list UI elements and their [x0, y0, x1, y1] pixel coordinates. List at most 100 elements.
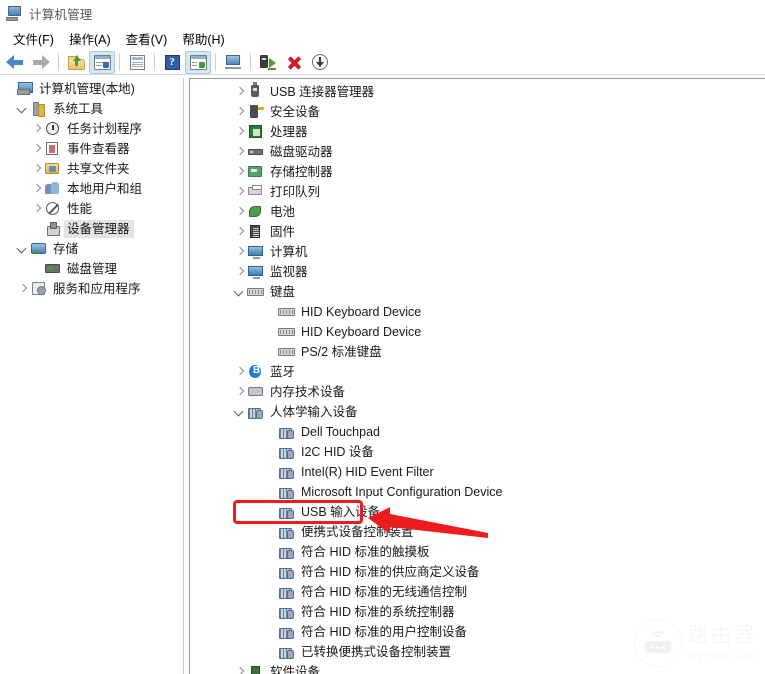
- chevron-right-icon[interactable]: [233, 125, 247, 139]
- console-tree-item-row[interactable]: 事件查看器: [0, 139, 183, 159]
- toolbar-separator-2: [119, 53, 120, 71]
- console-tree-item-row[interactable]: 本地用户和组: [0, 179, 183, 199]
- device-tree-item-row[interactable]: 符合 HID 标准的触摸板: [190, 542, 765, 562]
- console-tree-panel[interactable]: 计算机管理(本地) 系统工具 任务计划程序 事件查看器共享文件夹本地用户和组性能 设备管…: [0, 79, 183, 674]
- chevron-right-icon[interactable]: [233, 365, 247, 379]
- device-tree-item-row[interactable]: 已转换便携式设备控制装置: [190, 642, 765, 662]
- console-tree-item-row[interactable]: 任务计划程序: [0, 119, 183, 139]
- chevron-right-icon[interactable]: [16, 282, 30, 296]
- device-tree-item-row[interactable]: 存储控制器: [190, 162, 765, 182]
- chevron-right-icon[interactable]: [30, 182, 44, 196]
- device-tree-item-row[interactable]: 符合 HID 标准的无线通信控制: [190, 582, 765, 602]
- help-button[interactable]: ?: [159, 51, 185, 74]
- back-button[interactable]: [2, 51, 28, 74]
- device-tree-item-row[interactable]: Microsoft Input Configuration Device: [190, 482, 765, 502]
- console-tree-item-row[interactable]: 磁盘管理: [0, 259, 183, 279]
- device-tree-item-row[interactable]: 处理器: [190, 122, 765, 142]
- menu-action[interactable]: 操作(A): [63, 27, 120, 50]
- toolbar-separator-1: [58, 53, 59, 71]
- uninstall-device-button[interactable]: [281, 51, 307, 74]
- chevron-right-icon[interactable]: [30, 122, 44, 136]
- console-tree-item-label: 共享文件夹: [67, 162, 130, 176]
- toolbar-separator-4: [215, 53, 216, 71]
- show-action-pane-button[interactable]: [185, 50, 211, 74]
- device-tree-item-row[interactable]: 软件设备: [190, 662, 765, 674]
- device-tree-item-row[interactable]: USB 连接器管理器: [190, 82, 765, 102]
- hid-icon: [278, 544, 295, 560]
- storage-icon: [30, 241, 47, 257]
- bluetooth-icon: [247, 364, 264, 380]
- chevron-placeholder: [264, 525, 278, 539]
- device-tree-item-row[interactable]: USB 输入设备: [190, 502, 765, 522]
- chevron-right-icon[interactable]: [233, 225, 247, 239]
- device-tree-item-row[interactable]: 符合 HID 标准的用户控制设备: [190, 622, 765, 642]
- chevron-right-icon[interactable]: [233, 665, 247, 674]
- up-folder-button[interactable]: [63, 51, 89, 74]
- update-driver-button[interactable]: [255, 51, 281, 74]
- device-tree-item-row[interactable]: HID Keyboard Device: [190, 302, 765, 322]
- device-tree-item-row[interactable]: 便携式设备控制装置: [190, 522, 765, 542]
- chevron-right-icon[interactable]: [233, 185, 247, 199]
- console-tree-item-row[interactable]: 存储: [0, 239, 183, 259]
- forward-button[interactable]: [28, 51, 54, 74]
- device-manager-panel[interactable]: USB 连接器管理器安全设备 处理器 磁盘驱动器 存储控制器 打印队列 电池 固件 计算机 监视…: [190, 78, 765, 674]
- console-tree-item-row[interactable]: 系统工具: [0, 99, 183, 119]
- device-tree-item-row[interactable]: 打印队列: [190, 182, 765, 202]
- chevron-down-icon[interactable]: [233, 405, 247, 419]
- hid-icon: [278, 424, 295, 440]
- device-tree-item-row[interactable]: 符合 HID 标准的系统控制器: [190, 602, 765, 622]
- monitor-icon: [224, 55, 242, 69]
- chevron-right-icon[interactable]: [233, 145, 247, 159]
- device-tree-item-row[interactable]: 磁盘驱动器: [190, 142, 765, 162]
- chevron-down-icon[interactable]: [16, 102, 30, 116]
- panel-splitter[interactable]: [183, 78, 190, 674]
- console-tree-item-row[interactable]: 设备管理器: [0, 219, 183, 239]
- device-tree-item-row[interactable]: 固件: [190, 222, 765, 242]
- device-tree-item-row[interactable]: 电池: [190, 202, 765, 222]
- device-tree-item-label: USB 连接器管理器: [270, 85, 375, 99]
- console-tree-item-row[interactable]: 性能: [0, 199, 183, 219]
- show-console-tree-button[interactable]: [89, 50, 115, 74]
- chevron-right-icon[interactable]: [233, 165, 247, 179]
- scan-hardware-changes-button[interactable]: [307, 51, 333, 74]
- chevron-right-icon[interactable]: [30, 142, 44, 156]
- device-tree-item-row[interactable]: 蓝牙: [190, 362, 765, 382]
- device-tree-item-row[interactable]: 符合 HID 标准的供应商定义设备: [190, 562, 765, 582]
- device-tree-item-row[interactable]: 内存技术设备: [190, 382, 765, 402]
- device-tree-item-row[interactable]: 监视器: [190, 262, 765, 282]
- device-tree-item-row[interactable]: 安全设备: [190, 102, 765, 122]
- device-tree-item-row[interactable]: HID Keyboard Device: [190, 322, 765, 342]
- device-tree-item-row[interactable]: Intel(R) HID Event Filter: [190, 462, 765, 482]
- chevron-right-icon[interactable]: [30, 162, 44, 176]
- console-tree-item-row[interactable]: 共享文件夹: [0, 159, 183, 179]
- chevron-right-icon[interactable]: [233, 245, 247, 259]
- chevron-down-icon[interactable]: [233, 285, 247, 299]
- device-tree-item-row[interactable]: Dell Touchpad: [190, 422, 765, 442]
- device-tree-item-row[interactable]: 人体学输入设备: [190, 402, 765, 422]
- menu-file[interactable]: 文件(F): [7, 27, 63, 50]
- chevron-right-icon[interactable]: [30, 202, 44, 216]
- console-tree-item-label: 本地用户和组: [67, 182, 143, 196]
- chevron-down-icon[interactable]: [16, 242, 30, 256]
- console-tree-item-row[interactable]: 服务和应用程序: [0, 279, 183, 299]
- properties-button[interactable]: [124, 51, 150, 74]
- hid-icon: [278, 604, 295, 620]
- console-tree-item-label: 计算机管理(本地): [39, 82, 135, 96]
- device-tree-item-row[interactable]: 键盘: [190, 282, 765, 302]
- console-tree-item-row[interactable]: 计算机管理(本地): [0, 79, 183, 99]
- monitor-button[interactable]: [220, 51, 246, 74]
- menu-help[interactable]: 帮助(H): [176, 27, 233, 50]
- menu-view[interactable]: 查看(V): [120, 27, 177, 50]
- chevron-right-icon[interactable]: [233, 385, 247, 399]
- scan-hardware-changes-icon: [312, 54, 328, 70]
- device-tree-item-row[interactable]: 计算机: [190, 242, 765, 262]
- chevron-right-icon[interactable]: [233, 85, 247, 99]
- chevron-right-icon[interactable]: [233, 105, 247, 119]
- device-tree-item-row[interactable]: PS/2 标准键盘: [190, 342, 765, 362]
- usb-icon: [247, 82, 264, 100]
- hid-icon: [278, 464, 295, 480]
- chevron-placeholder: [30, 222, 44, 236]
- chevron-right-icon[interactable]: [233, 205, 247, 219]
- chevron-right-icon[interactable]: [233, 265, 247, 279]
- device-tree-item-row[interactable]: I2C HID 设备: [190, 442, 765, 462]
